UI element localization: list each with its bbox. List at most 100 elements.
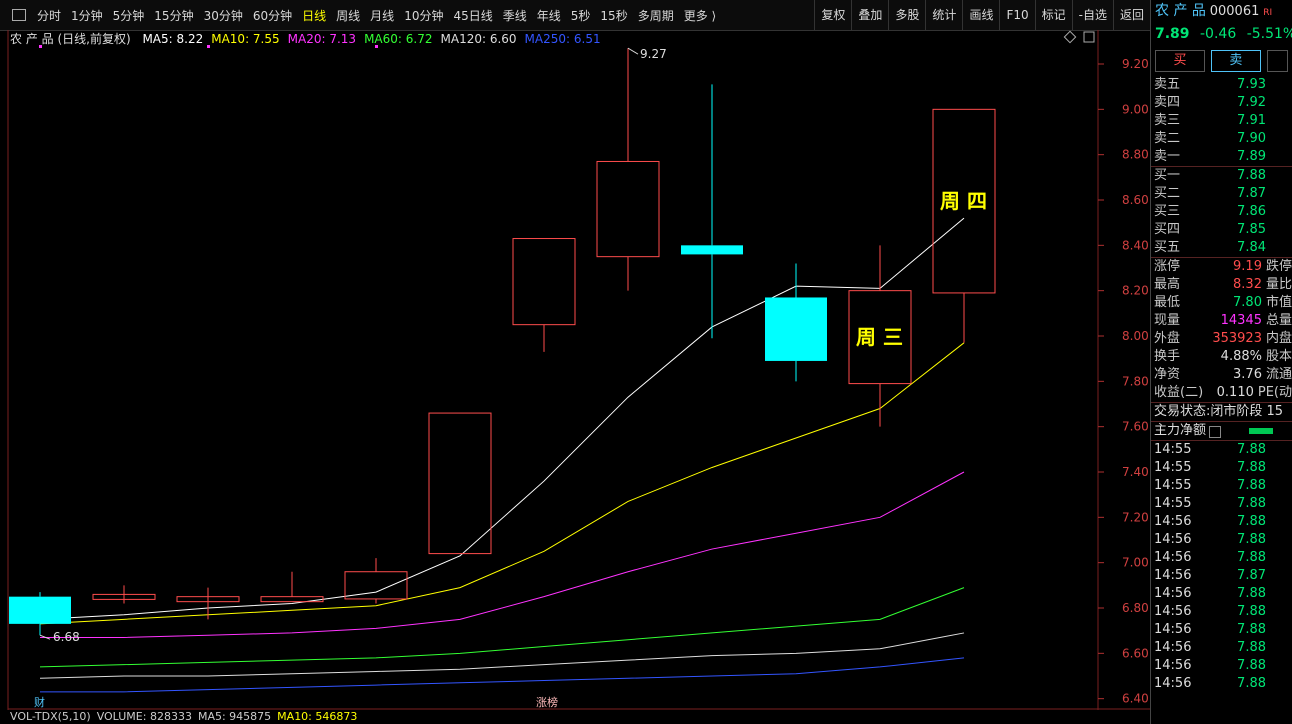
- period-tab[interactable]: 10分钟: [404, 7, 443, 24]
- candle-body: [512, 238, 576, 326]
- candle-body: [9, 596, 71, 624]
- main-flow: 主力净额: [1151, 422, 1292, 440]
- quote-row-value: 7.85: [1237, 222, 1266, 237]
- quote-row: 卖二 7.90: [1151, 130, 1292, 148]
- quote-row-value: 7.84: [1237, 240, 1266, 255]
- quote-row-value: 9.19: [1233, 259, 1262, 274]
- tool-button[interactable]: 画线: [962, 0, 999, 30]
- quote-row: 最高 8.32 量比: [1151, 276, 1292, 294]
- period-tab[interactable]: 更多 ⟩: [684, 7, 717, 24]
- quote-row-label: 收益(二): [1154, 385, 1204, 400]
- quote-row-label: 买五: [1154, 240, 1181, 255]
- buy-button[interactable]: 买: [1155, 50, 1205, 72]
- tick-time: 14:56: [1154, 568, 1192, 583]
- volume-legend-item: VOLUME: 828333: [96, 710, 192, 723]
- wednesday-label: 周 三: [856, 325, 903, 349]
- tool-button[interactable]: 返回: [1112, 0, 1150, 30]
- price-tick-label: 8.80: [1122, 148, 1149, 162]
- period-tab[interactable]: 年线: [537, 7, 561, 24]
- ma-line-ma10: [39, 342, 965, 625]
- tick-price: 7.88: [1237, 586, 1266, 601]
- period-tab[interactable]: 日线: [302, 7, 326, 24]
- tool-button[interactable]: 多股: [888, 0, 925, 30]
- quote-row: 换手 4.88% 股本: [1151, 348, 1292, 366]
- quote-row-label: 卖一: [1154, 149, 1181, 164]
- period-tab[interactable]: 月线: [370, 7, 394, 24]
- quote-row-value: 3.76: [1233, 367, 1262, 382]
- quote-row: 买五 7.84: [1151, 239, 1292, 257]
- period-tab[interactable]: 5分钟: [113, 7, 145, 24]
- quote-row-label: 卖四: [1154, 95, 1181, 110]
- period-tab[interactable]: 季线: [503, 7, 527, 24]
- more-trade-button[interactable]: [1266, 50, 1289, 72]
- tick-time: 14:56: [1154, 514, 1192, 529]
- period-tab[interactable]: 多周期: [638, 7, 674, 24]
- stock-name: 农 产 品: [1155, 3, 1206, 19]
- panel-toggle-icon[interactable]: [12, 9, 26, 21]
- quote-row-value: 353923: [1212, 331, 1262, 346]
- tick-price: 7.88: [1237, 676, 1266, 691]
- tick-list: 14:55 7.88 14:55 7.88 14:55 7.88 14:55 7.88 14:5…: [1151, 441, 1292, 693]
- kline-chart[interactable]: 农 产 品 (日线,前复权) MA5: 8.22 MA10: 7.55 MA20: …: [0, 30, 1150, 710]
- period-tab[interactable]: 15秒: [600, 7, 627, 24]
- quote-row-label: 卖五: [1154, 77, 1181, 92]
- quote-row: 最低 7.80 市值: [1151, 294, 1292, 312]
- period-tab[interactable]: 1分钟: [71, 7, 103, 24]
- top-gainers-marker: 涨榜: [536, 695, 558, 709]
- main-flow-menu-icon[interactable]: [1209, 426, 1222, 438]
- tool-button[interactable]: 复权: [814, 0, 851, 30]
- price-tick-label: 6.80: [1122, 601, 1149, 615]
- tick-time: 14:55: [1154, 496, 1192, 511]
- price-tick-label: 8.60: [1122, 193, 1149, 207]
- tool-button[interactable]: F10: [999, 0, 1034, 30]
- tick-row: 14:55 7.88: [1151, 477, 1292, 495]
- volume-legend-item: MA10: 546873: [277, 710, 358, 723]
- tick-price: 7.88: [1237, 622, 1266, 637]
- high-price-label: 9.27: [640, 47, 667, 61]
- quote-panel: 农 产 品 000061 RI 7.89 -0.46 -5.51% 买 卖 卖五…: [1150, 0, 1292, 724]
- period-tab[interactable]: 60分钟: [253, 7, 292, 24]
- period-marker: [375, 45, 378, 48]
- quote-price-line: 7.89 -0.46 -5.51%: [1151, 22, 1292, 46]
- quote-row-label: 卖二: [1154, 131, 1181, 146]
- main-flow-bar: [1249, 428, 1274, 434]
- period-tab[interactable]: 30分钟: [204, 7, 243, 24]
- quote-row: 涨停 9.19 跌停: [1151, 258, 1292, 276]
- quote-row-value: 7.89: [1237, 149, 1266, 164]
- tick-price: 7.88: [1237, 640, 1266, 655]
- quote-row: 买二 7.87: [1151, 185, 1292, 203]
- quote-row: 外盘 353923 内盘: [1151, 330, 1292, 348]
- price-tick-label: 7.00: [1122, 556, 1149, 570]
- tool-button[interactable]: 统计: [925, 0, 962, 30]
- ask-levels: 卖五 7.93 卖四 7.92 卖三 7.91 卖二 7.90 卖一 7.89: [1151, 76, 1292, 166]
- tool-button[interactable]: 叠加: [851, 0, 888, 30]
- tool-button[interactable]: 标记: [1034, 0, 1072, 30]
- period-tab[interactable]: 5秒: [571, 7, 591, 24]
- tick-row: 14:56 7.88: [1151, 675, 1292, 693]
- period-tab[interactable]: 分时: [37, 7, 61, 24]
- period-tab[interactable]: 15分钟: [154, 7, 193, 24]
- price-tick-label: 7.40: [1122, 465, 1149, 479]
- tick-time: 14:55: [1154, 478, 1192, 493]
- stats-table: 涨停 9.19 跌停 最高 8.32 量比 最低 7.80 市值 现量 14345 总量 外盘 35392…: [1151, 258, 1292, 402]
- quote-row-value: 7.91: [1237, 113, 1266, 128]
- price-tick-label: 9.20: [1122, 57, 1149, 71]
- tick-time: 14:55: [1154, 460, 1192, 475]
- candle-body: [765, 297, 827, 361]
- sell-button[interactable]: 卖: [1210, 50, 1261, 72]
- tick-time: 14:56: [1154, 658, 1192, 673]
- rights-badge: RI: [1263, 8, 1273, 18]
- tick-time: 14:56: [1154, 586, 1192, 601]
- tool-button[interactable]: -自选: [1071, 0, 1113, 30]
- tick-time: 14:56: [1154, 676, 1192, 691]
- quote-row-label2: 市值: [1265, 295, 1292, 310]
- quote-row-label: 外盘: [1154, 331, 1181, 346]
- period-tab[interactable]: 周线: [336, 7, 360, 24]
- price-tick-label: 6.60: [1122, 646, 1149, 660]
- quote-row-label: 最高: [1154, 277, 1181, 292]
- tick-price: 7.88: [1237, 460, 1266, 475]
- main-flow-label: 主力净额: [1154, 423, 1207, 438]
- tick-row: 14:55 7.88: [1151, 495, 1292, 513]
- period-tab[interactable]: 45日线: [453, 7, 492, 24]
- ma-line-ma60: [39, 587, 965, 668]
